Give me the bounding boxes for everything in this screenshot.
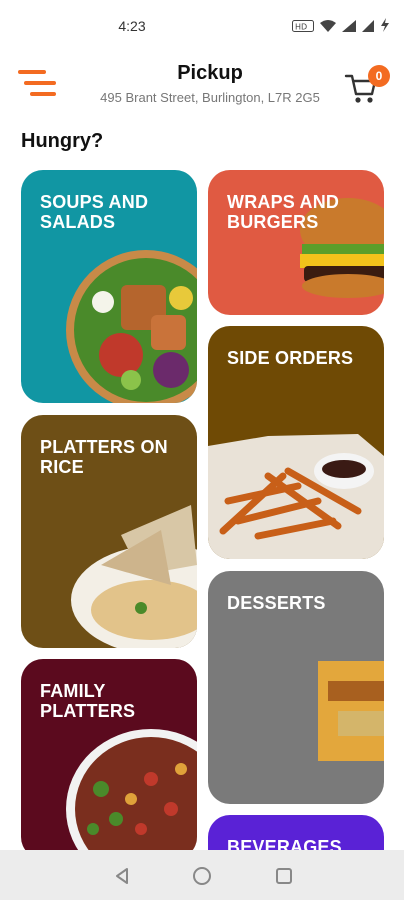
status-time: 4:23 — [118, 18, 146, 34]
home-button[interactable] — [190, 864, 214, 888]
category-card-soups-and-salads[interactable]: SOUPS AND SALADS — [21, 170, 197, 403]
header: Pickup 495 Brant Street, Burlington, L7R… — [0, 52, 404, 118]
category-label: WRAPS AND BURGERS — [227, 192, 340, 232]
page-title: Pickup — [177, 62, 243, 84]
category-label: SOUPS AND SALADS — [40, 192, 149, 232]
recents-icon — [276, 868, 292, 884]
category-card-family-platters[interactable]: FAMILY PLATTERS — [21, 659, 197, 859]
pickup-address[interactable]: 495 Brant Street, Burlington, L7R 2G5 — [80, 90, 340, 105]
signal-icon-2 — [362, 19, 374, 37]
category-label: DESSERTS — [227, 593, 326, 613]
back-button[interactable] — [110, 864, 134, 888]
section-title: Hungry? — [21, 130, 104, 152]
battery-charging-icon — [380, 18, 390, 37]
category-label: PLATTERS ON RICE — [40, 437, 168, 477]
back-icon — [116, 868, 128, 884]
menu-button[interactable] — [18, 68, 58, 100]
signal-icon — [342, 19, 356, 37]
home-icon — [193, 867, 211, 885]
cart-button[interactable]: 0 — [344, 65, 390, 106]
category-card-platters-on-rice[interactable]: PLATTERS ON RICE — [21, 415, 197, 648]
category-card-wraps-and-burgers[interactable]: WRAPS AND BURGERS — [208, 170, 384, 315]
category-label: FAMILY PLATTERS — [40, 681, 136, 721]
category-card-side-orders[interactable]: SIDE ORDERS — [208, 326, 384, 559]
status-bar: 4:23 HD — [0, 0, 404, 52]
recents-button[interactable] — [272, 864, 296, 888]
system-nav-bar — [0, 850, 404, 900]
hd-icon: HD — [292, 19, 314, 37]
status-icons: HD — [292, 18, 390, 37]
category-card-desserts[interactable]: DESSERTS — [208, 571, 384, 804]
svg-text:HD: HD — [295, 22, 307, 31]
category-label: SIDE ORDERS — [227, 348, 354, 368]
cart-count-badge: 0 — [368, 65, 390, 87]
wifi-icon — [320, 19, 336, 37]
title-wrap: Pickup 495 Brant Street, Burlington, L7R… — [80, 62, 340, 105]
